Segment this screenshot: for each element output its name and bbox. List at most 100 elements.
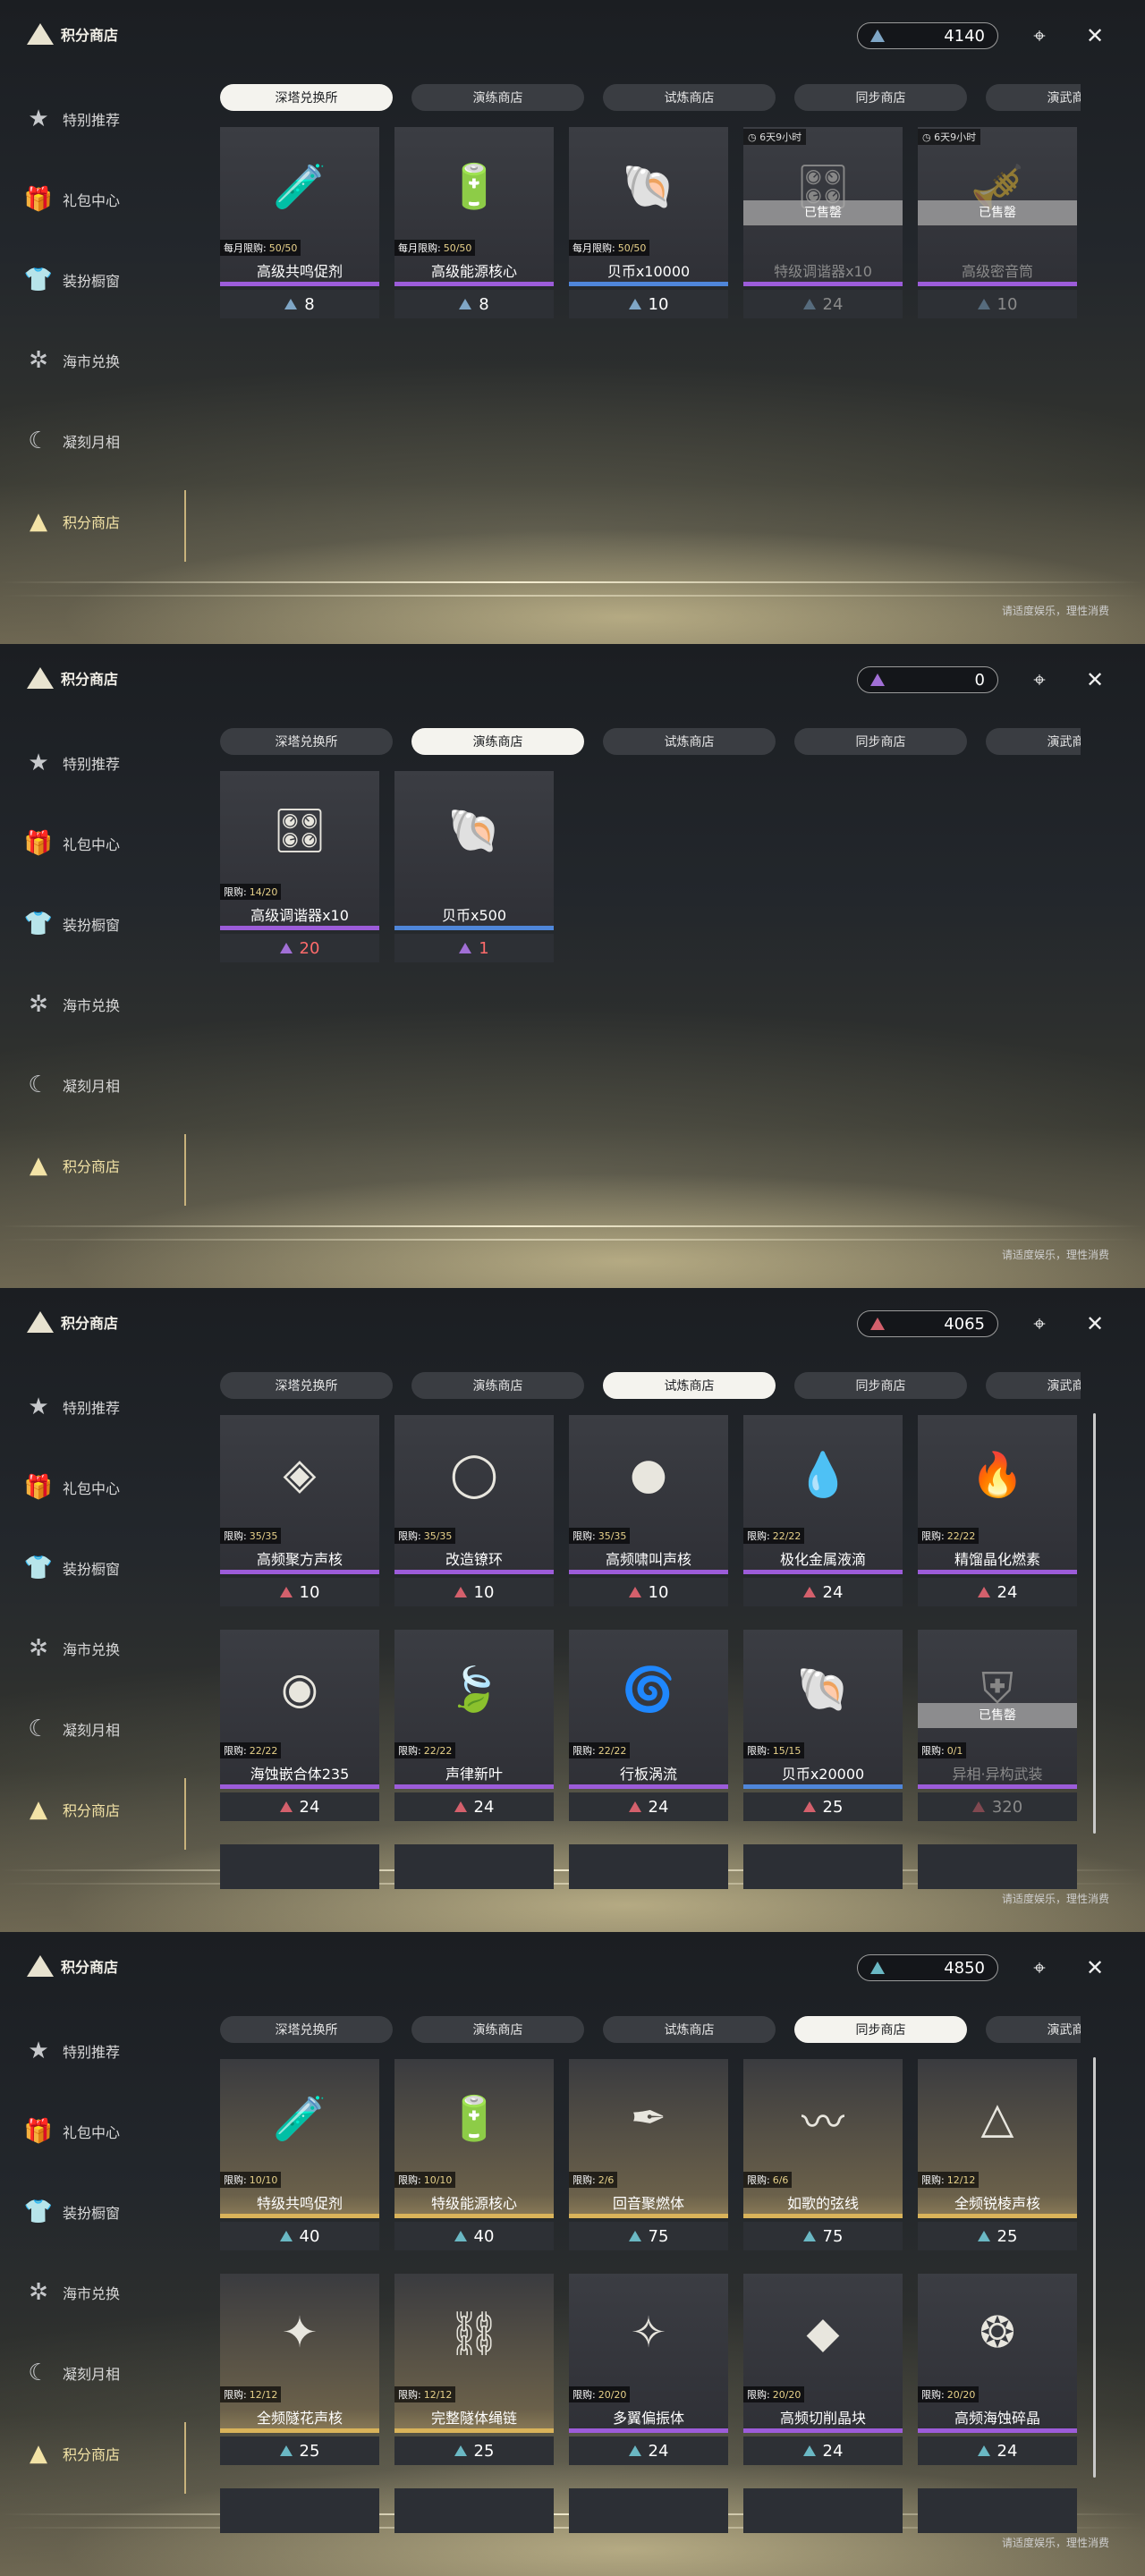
item-card[interactable]: 🎺 ◷ 6天9小时 已售罄 高级密音筒 10 — [918, 127, 1077, 324]
tab-shop[interactable]: 演武商店 — [986, 2016, 1081, 2043]
sidebar-item-exchange[interactable]: ✲ 海市兑换 — [25, 1608, 186, 1689]
item-card[interactable]: 🧪 每月限购: 50/50 高级共鸣促剂 8 — [220, 127, 379, 324]
tab-shop[interactable]: 试炼商店 — [603, 2016, 776, 2043]
item-card-partial[interactable] — [918, 1844, 1077, 1889]
close-icon[interactable]: ✕ — [1081, 1309, 1109, 1338]
sidebar-item-outfit[interactable]: 👕 装扮橱窗 — [24, 240, 186, 320]
tab-shop[interactable]: 同步商店 — [794, 84, 967, 111]
item-card[interactable]: △ 限购: 12/12 全频锐棱声核 25 — [918, 2059, 1077, 2256]
sidebar-item-featured[interactable]: ★ 特别推荐 — [25, 1367, 186, 1447]
target-icon[interactable]: ⌖ — [1025, 1953, 1054, 1982]
item-grid: 🧪 限购: 10/10 特级共鸣促剂 40 🔋 限购: 10/10 特级能源核心 40 ✒ 限购: 2/… — [220, 2059, 1081, 2470]
item-card[interactable]: ● 限购: 35/35 高频啸叫声核 10 — [569, 1415, 728, 1612]
sidebar-item-moon-phase[interactable]: ☾ 凝刻月相 — [25, 1045, 186, 1125]
sidebar-item-gift-center[interactable]: 🎁 礼包中心 — [24, 2091, 186, 2172]
sidebar-item-moon-phase[interactable]: ☾ 凝刻月相 — [25, 401, 186, 481]
tab-shop[interactable]: 演武商店 — [986, 84, 1081, 111]
sidebar-item-points-shop[interactable]: ▲ 积分商店 — [25, 1769, 186, 1850]
close-icon[interactable]: ✕ — [1081, 21, 1109, 50]
currency-display: 4065 — [857, 1310, 998, 1337]
sidebar-item-exchange[interactable]: ✲ 海市兑换 — [25, 2252, 186, 2333]
tab-shop[interactable]: 深塔兑换所 — [220, 2016, 393, 2043]
item-card-partial[interactable] — [569, 1844, 728, 1889]
item-card[interactable]: 🎛 限购: 14/20 高级调谐器x10 20 — [220, 771, 379, 968]
item-card-partial[interactable] — [918, 2488, 1077, 2533]
price-row: 40 — [220, 2222, 379, 2250]
tab-shop[interactable]: 同步商店 — [794, 728, 967, 755]
target-icon[interactable]: ⌖ — [1025, 1309, 1054, 1338]
item-card[interactable]: ◈ 限购: 35/35 高频聚方声核 10 — [220, 1415, 379, 1612]
tab-shop[interactable]: 演练商店 — [411, 84, 584, 111]
item-card-partial[interactable] — [569, 2488, 728, 2533]
currency-icon — [977, 299, 990, 309]
item-card[interactable]: ❂ 限购: 20/20 高频海蚀碎晶 24 — [918, 2274, 1077, 2470]
item-card[interactable]: 🎛 ◷ 6天9小时 已售罄 特级调谐器x10 24 — [743, 127, 903, 324]
tab-shop[interactable]: 演武商店 — [986, 728, 1081, 755]
item-card[interactable]: ◯ 限购: 35/35 改造镣环 10 — [394, 1415, 554, 1612]
sidebar-item-gift-center[interactable]: 🎁 礼包中心 — [24, 159, 186, 240]
tab-shop[interactable]: 深塔兑换所 — [220, 84, 393, 111]
sidebar-item-moon-phase[interactable]: ☾ 凝刻月相 — [25, 1689, 186, 1769]
tab-shop[interactable]: 演练商店 — [411, 2016, 584, 2043]
item-card[interactable]: 🍃 限购: 22/22 声律新叶 24 — [394, 1630, 554, 1826]
scrollbar[interactable] — [1093, 1413, 1096, 1834]
tab-shop[interactable]: 演练商店 — [411, 1372, 584, 1399]
tab-shop[interactable]: 演练商店 — [411, 728, 584, 755]
item-card[interactable]: 〰限购: 6/6 如歌的弦线 75 — [743, 2059, 903, 2256]
sidebar-item-gift-center[interactable]: 🎁 礼包中心 — [24, 803, 186, 884]
item-card[interactable]: 🌀 限购: 22/22 行板涡流 24 — [569, 1630, 728, 1826]
sidebar-item-points-shop[interactable]: ▲ 积分商店 — [25, 1125, 186, 1206]
sidebar-item-exchange[interactable]: ✲ 海市兑换 — [25, 320, 186, 401]
tab-shop[interactable]: 深塔兑换所 — [220, 728, 393, 755]
item-card[interactable]: 🧪 限购: 10/10 特级共鸣促剂 40 — [220, 2059, 379, 2256]
item-card[interactable]: 🔥 限购: 22/22 精馏晶化燃素 24 — [918, 1415, 1077, 1612]
item-card-partial[interactable] — [220, 2488, 379, 2533]
target-icon[interactable]: ⌖ — [1025, 21, 1054, 50]
item-card-partial[interactable] — [220, 1844, 379, 1889]
sidebar-item-exchange[interactable]: ✲ 海市兑换 — [25, 964, 186, 1045]
sidebar-item-featured[interactable]: ★ 特别推荐 — [25, 723, 186, 803]
sidebar-item-points-shop[interactable]: ▲ 积分商店 — [25, 481, 186, 562]
item-card[interactable]: ✧ 限购: 20/20 多翼偏振体 24 — [569, 2274, 728, 2470]
item-card[interactable]: ⛨ 限购: 0/1 已售罄 异相·异构武装 320 — [918, 1630, 1077, 1826]
tab-shop[interactable]: 深塔兑换所 — [220, 1372, 393, 1399]
sidebar-item-label: 礼包中心 — [63, 192, 121, 209]
sidebar-item-featured[interactable]: ★ 特别推荐 — [25, 2011, 186, 2091]
sidebar-item-outfit[interactable]: 👕 装扮橱窗 — [24, 884, 186, 964]
item-card[interactable]: ⛓ 限购: 12/12 完整隧体绳链 25 — [394, 2274, 554, 2470]
tab-shop[interactable]: 试炼商店 — [603, 1372, 776, 1399]
close-icon[interactable]: ✕ — [1081, 1953, 1109, 1982]
purchase-limit: 限购: 35/35 — [220, 1528, 282, 1544]
item-card-partial[interactable] — [743, 1844, 903, 1889]
tab-shop[interactable]: 试炼商店 — [603, 728, 776, 755]
item-card[interactable]: 🐚 每月限购: 50/50 贝币x10000 10 — [569, 127, 728, 324]
sidebar-item-points-shop[interactable]: ▲ 积分商店 — [25, 2413, 186, 2494]
item-card[interactable]: 💧 限购: 22/22 极化金属液滴 24 — [743, 1415, 903, 1612]
close-icon[interactable]: ✕ — [1081, 665, 1109, 694]
item-card-partial[interactable] — [394, 1844, 554, 1889]
item-card-partial[interactable] — [743, 2488, 903, 2533]
sidebar-item-featured[interactable]: ★ 特别推荐 — [25, 79, 186, 159]
item-card[interactable]: 🐚 限购: 15/15 贝币x20000 25 — [743, 1630, 903, 1826]
item-card[interactable]: ✒ 限购: 2/6 回音聚燃体 75 — [569, 2059, 728, 2256]
tab-shop[interactable]: 同步商店 — [794, 1372, 967, 1399]
tab-shop[interactable]: 试炼商店 — [603, 84, 776, 111]
sidebar-item-outfit[interactable]: 👕 装扮橱窗 — [24, 1528, 186, 1608]
target-icon[interactable]: ⌖ — [1025, 665, 1054, 694]
item-card[interactable]: 🔋 每月限购: 50/50 高级能源核心 8 — [394, 127, 554, 324]
item-card[interactable]: ✦ 限购: 12/12 全频隧花声核 25 — [220, 2274, 379, 2470]
item-card[interactable]: ◉ 限购: 22/22 海蚀嵌合体235 24 — [220, 1630, 379, 1826]
item-price: 25 — [997, 2226, 1018, 2246]
currency-icon — [870, 674, 885, 686]
sidebar-item-outfit[interactable]: 👕 装扮橱窗 — [24, 2172, 186, 2252]
item-card[interactable]: ◆ 限购: 20/20 高频切削晶块 24 — [743, 2274, 903, 2470]
sidebar-item-moon-phase[interactable]: ☾ 凝刻月相 — [25, 2333, 186, 2413]
item-card-partial[interactable] — [394, 2488, 554, 2533]
scrollbar[interactable] — [1093, 2057, 1096, 2478]
item-card[interactable]: 🔋 限购: 10/10 特级能源核心 40 — [394, 2059, 554, 2256]
tab-shop[interactable]: 演武商店 — [986, 1372, 1081, 1399]
purchase-limit-label: 限购: — [572, 1530, 596, 1542]
item-card[interactable]: 🐚 贝币x500 1 — [394, 771, 554, 968]
sidebar-item-gift-center[interactable]: 🎁 礼包中心 — [24, 1447, 186, 1528]
tab-shop[interactable]: 同步商店 — [794, 2016, 967, 2043]
